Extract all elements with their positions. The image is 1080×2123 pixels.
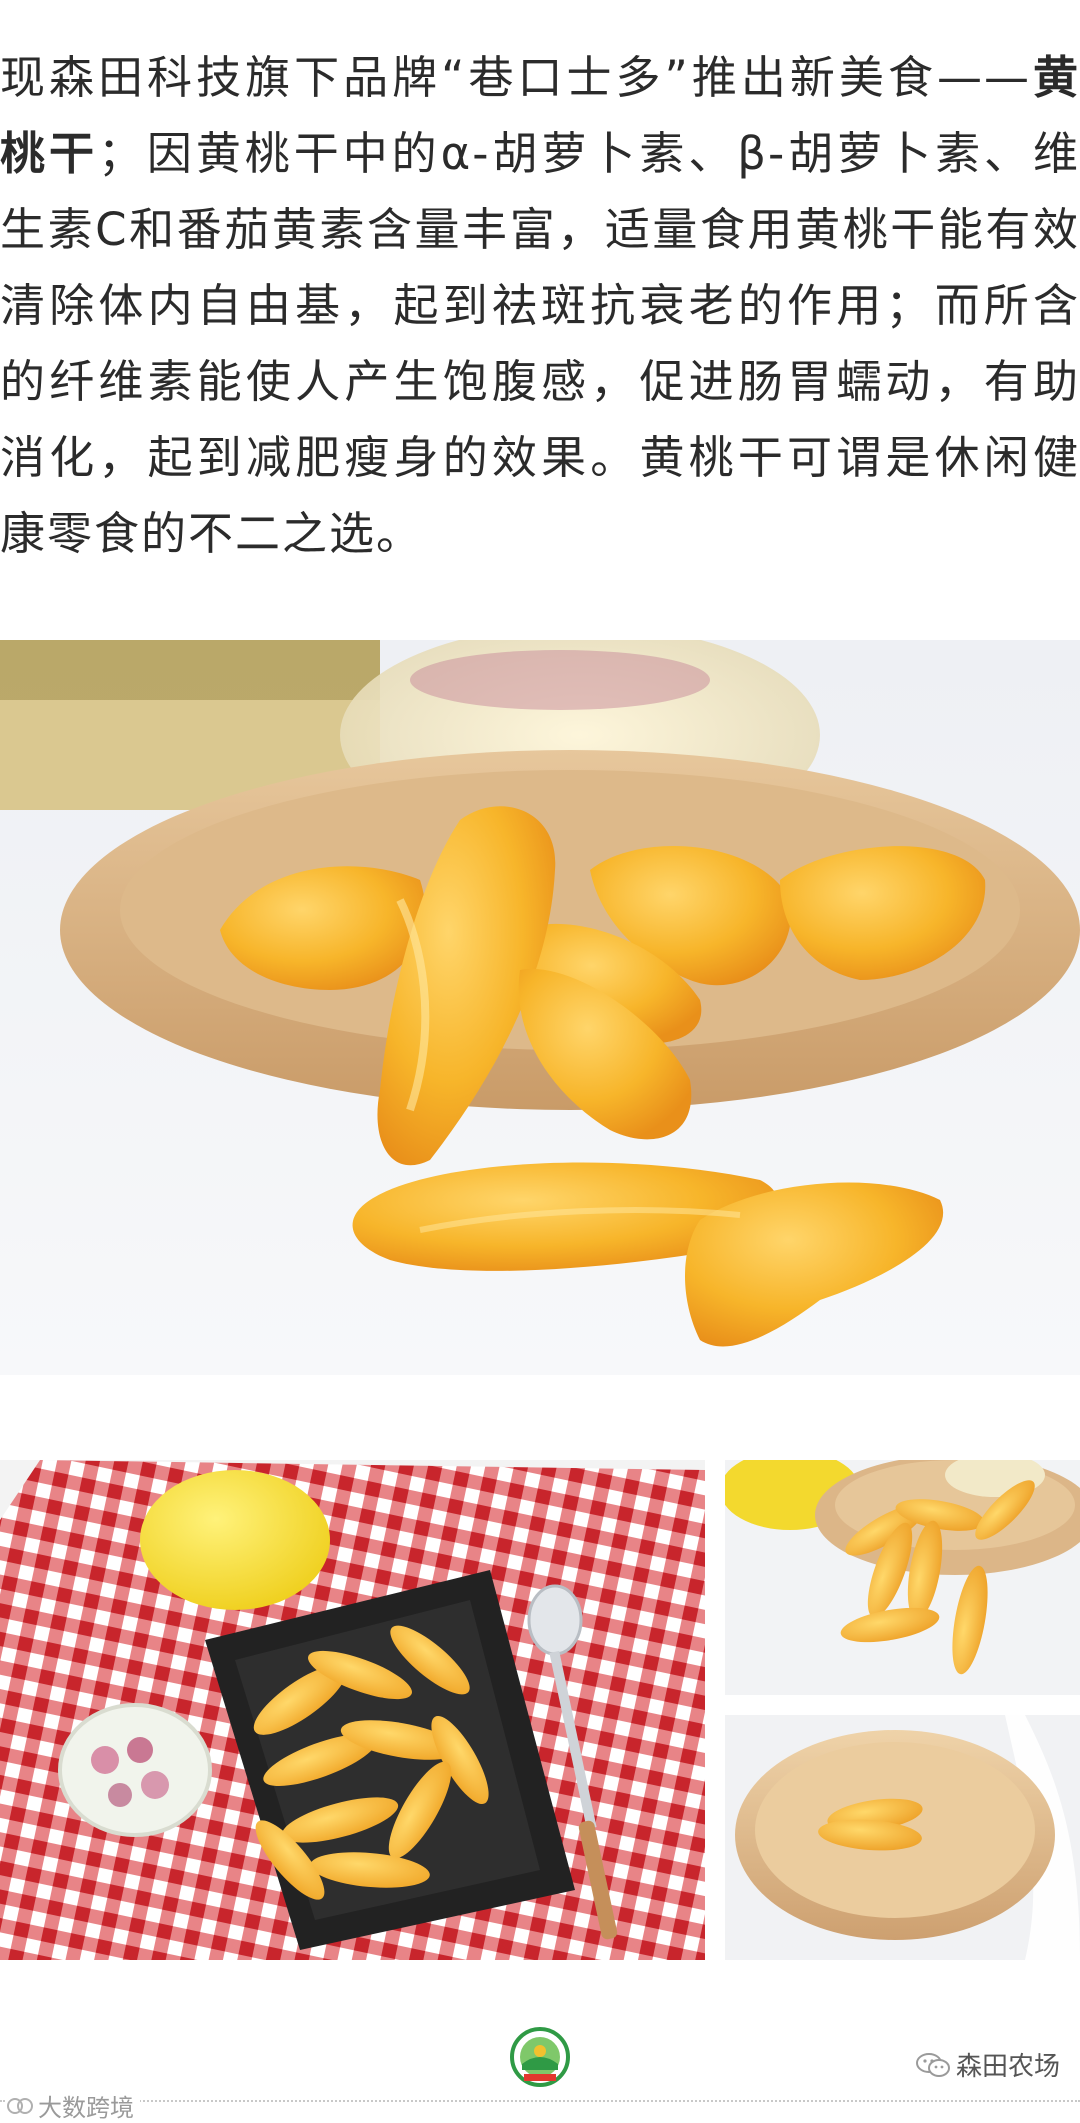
photo-flatlay-checkered-cloth: [0, 1460, 705, 1960]
watermark-logo-icon: [6, 2095, 34, 2117]
article-text-body: ；因黄桃干中的α-胡萝卜素、β-胡萝卜素、维生素C和番茄黄素含量丰富，适量食用黄…: [0, 127, 1080, 560]
article-text-intro: 现森田科技旗下品牌“巷口士多”推出新美食——: [0, 51, 1031, 104]
hero-photo-dried-peaches: [0, 640, 1080, 1375]
footer-brand[interactable]: 森田农场: [909, 2046, 1060, 2083]
article-paragraph: 现森田科技旗下品牌“巷口士多”推出新美食——黄桃干；因黄桃干中的α-胡萝卜素、β…: [0, 40, 1080, 572]
footer-dotted-divider: [0, 2100, 1080, 2102]
photo-wooden-plate-peaches: [725, 1460, 1080, 1695]
photo-round-wood-plate: [725, 1715, 1080, 1960]
farm-badge-icon: [510, 2026, 570, 2088]
footer-brand-name: 森田农场: [955, 2052, 1060, 2082]
watermark: 大数跨境: [6, 2088, 140, 2123]
wechat-icon: [915, 2052, 950, 2078]
watermark-text: 大数跨境: [38, 2094, 134, 2122]
